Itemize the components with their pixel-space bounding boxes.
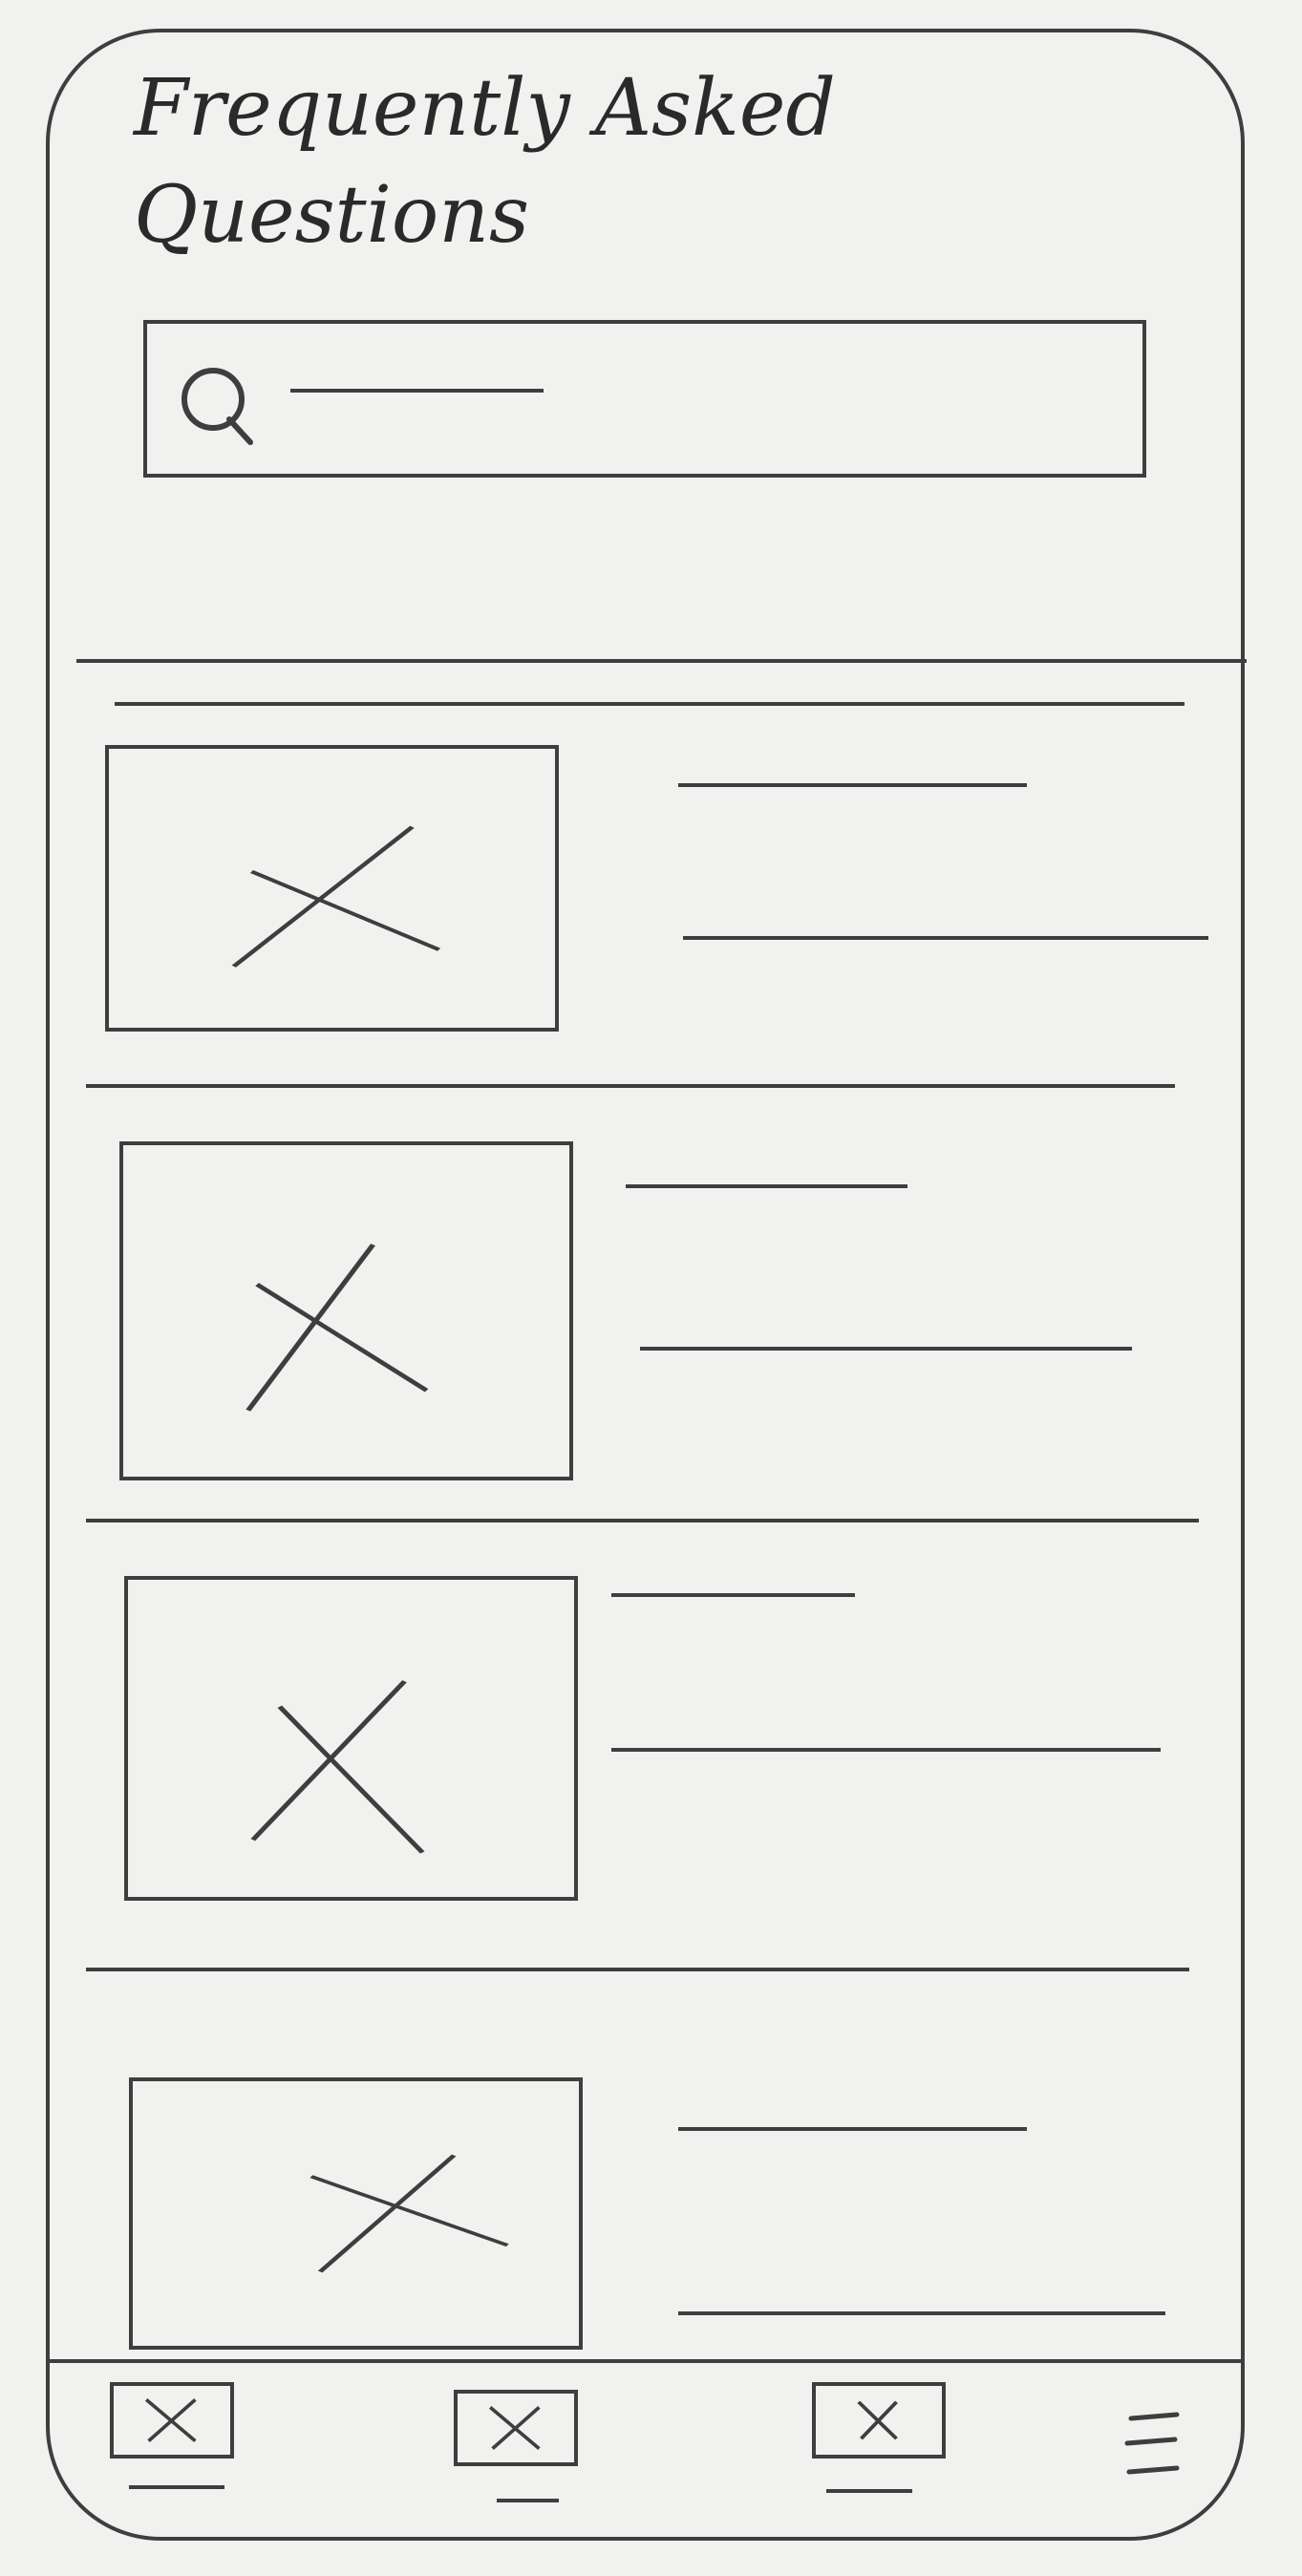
faq-answer-line-3 xyxy=(611,1748,1161,1752)
faq-question-line-3 xyxy=(611,1593,855,1597)
bottom-nav xyxy=(48,2359,1242,2541)
faq-divider-1 xyxy=(86,1084,1175,1088)
faq-thumbnail-4 xyxy=(129,2077,583,2350)
faq-thumbnail-2 xyxy=(119,1141,573,1480)
image-placeholder-icon xyxy=(245,1244,429,1412)
faq-question-line-4 xyxy=(678,2127,1027,2131)
faq-list xyxy=(0,0,1302,2576)
faq-list-item-1[interactable] xyxy=(86,745,1213,1032)
image-placeholder-icon xyxy=(144,2398,197,2442)
nav-item-1-underline xyxy=(129,2485,224,2489)
nav-item-3-box xyxy=(812,2382,946,2459)
image-placeholder-icon xyxy=(231,825,441,968)
faq-list-item-2[interactable] xyxy=(86,1141,1213,1480)
faq-thumbnail-3 xyxy=(124,1576,578,1901)
faq-list-item-4[interactable] xyxy=(86,2077,1213,2350)
faq-list-item-3[interactable] xyxy=(86,1576,1213,1901)
image-placeholder-icon xyxy=(309,2154,509,2273)
menu-icon xyxy=(1124,2412,1180,2475)
faq-question-line-2 xyxy=(626,1184,907,1188)
faq-thumbnail-1 xyxy=(105,745,559,1032)
nav-item-1[interactable] xyxy=(110,2382,244,2489)
image-placeholder-icon xyxy=(857,2400,898,2440)
nav-item-1-box xyxy=(110,2382,234,2459)
faq-divider-2 xyxy=(86,1519,1199,1522)
faq-question-line-1 xyxy=(678,783,1027,787)
nav-item-2-underline xyxy=(497,2499,559,2502)
faq-answer-line-2 xyxy=(640,1347,1132,1351)
nav-item-2[interactable] xyxy=(454,2382,587,2502)
image-placeholder-icon xyxy=(250,1680,425,1854)
faq-divider-3 xyxy=(86,1968,1189,1971)
faq-answer-line-4 xyxy=(678,2311,1165,2315)
nav-item-2-box xyxy=(454,2390,578,2466)
nav-item-3-underline xyxy=(826,2489,912,2493)
faq-answer-line-1 xyxy=(683,936,1208,940)
hamburger-menu-icon[interactable] xyxy=(1118,2401,1194,2497)
nav-item-3[interactable] xyxy=(812,2382,946,2493)
image-placeholder-icon xyxy=(488,2406,541,2450)
faq-screen: Frequently Asked Questions xyxy=(0,0,1302,2576)
